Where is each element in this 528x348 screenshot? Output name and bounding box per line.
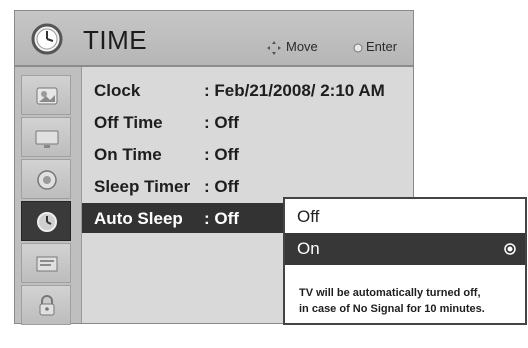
category-sidebar bbox=[15, 67, 82, 325]
option-on[interactable]: On bbox=[285, 233, 525, 265]
row-value: : Off bbox=[204, 177, 239, 196]
option-label: On bbox=[297, 239, 320, 258]
description-line: TV will be automatically turned off, bbox=[299, 287, 481, 299]
row-label: On Time bbox=[94, 145, 162, 164]
speaker-icon bbox=[37, 170, 57, 190]
row-value: : Off bbox=[204, 209, 239, 228]
description-line: in case of No Signal for 10 minutes. bbox=[299, 303, 485, 315]
row-value: : Off bbox=[204, 145, 239, 164]
row-label: Sleep Timer bbox=[94, 177, 191, 196]
row-label: Off Time bbox=[94, 113, 163, 132]
lock-icon bbox=[39, 295, 55, 316]
option-label: Off bbox=[297, 207, 320, 226]
menu-row-on-time[interactable]: On Time : Off bbox=[82, 139, 413, 169]
enter-hint: Enter bbox=[366, 39, 398, 54]
option-off[interactable]: Off bbox=[285, 201, 525, 233]
radio-selected-icon bbox=[504, 243, 516, 255]
picture-icon bbox=[36, 87, 58, 105]
option-icon bbox=[36, 256, 58, 272]
menu-row-off-time[interactable]: Off Time : Off bbox=[82, 107, 413, 137]
row-label: Auto Sleep bbox=[94, 209, 183, 228]
enter-button-icon bbox=[353, 43, 363, 53]
row-label: Clock bbox=[94, 81, 141, 100]
sidebar-item-lock[interactable] bbox=[21, 285, 71, 325]
sidebar-item-time[interactable] bbox=[21, 201, 71, 241]
popup-description: TV will be automatically turned off, in … bbox=[299, 285, 525, 317]
screen-icon bbox=[35, 130, 59, 148]
sidebar-item-screen[interactable] bbox=[21, 117, 71, 157]
menu-row-clock[interactable]: Clock : Feb/21/2008/ 2:10 AM bbox=[82, 75, 413, 105]
clock-icon bbox=[31, 23, 63, 55]
move-hint: Move bbox=[286, 39, 318, 54]
auto-sleep-popup: Off On TV will be automatically turned o… bbox=[283, 197, 527, 325]
row-value: : Off bbox=[204, 113, 239, 132]
sidebar-item-option[interactable] bbox=[21, 243, 71, 283]
row-value: : Feb/21/2008/ 2:10 AM bbox=[204, 81, 385, 100]
clock-icon bbox=[37, 212, 57, 232]
menu-header: TIME Move Enter bbox=[15, 11, 413, 67]
sidebar-item-audio[interactable] bbox=[21, 159, 71, 199]
page-title: TIME bbox=[83, 25, 148, 55]
sidebar-item-picture[interactable] bbox=[21, 75, 71, 115]
move-arrows-icon bbox=[267, 41, 281, 55]
